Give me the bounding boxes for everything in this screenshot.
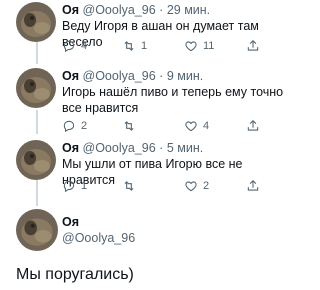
like-count: 11: [203, 40, 215, 52]
retweet-icon: [122, 39, 136, 53]
reply-button[interactable]: 4: [62, 38, 87, 54]
reply-button[interactable]: 1: [62, 178, 87, 194]
reply-count: 1: [81, 180, 88, 192]
retweet-button[interactable]: [122, 178, 141, 194]
tweet-actions: 1 2: [62, 178, 282, 194]
main-tweet-text: Мы поругались): [16, 266, 134, 283]
share-icon: [246, 119, 260, 133]
retweet-icon: [122, 179, 136, 193]
avatar[interactable]: [16, 68, 56, 108]
tweet-actions: 2 4: [62, 118, 282, 134]
tweet-text: Игорь нашёл пиво и теперь ему точно все …: [62, 85, 284, 115]
heart-icon: [184, 39, 198, 53]
author-handle[interactable]: @Ooolya_96: [83, 69, 156, 83]
tweet-item[interactable]: Оя @Ooolya_96 · 5 мин. Мы ушли от пива И…: [0, 138, 296, 198]
avatar-image: [16, 2, 56, 42]
avatar-image: [16, 68, 56, 108]
heart-icon: [184, 179, 198, 193]
author-handle[interactable]: @Ooolya_96: [83, 141, 156, 155]
reply-icon: [62, 119, 76, 133]
author-name[interactable]: Оя: [62, 141, 79, 155]
heart-icon: [184, 119, 198, 133]
author-name[interactable]: Оя: [62, 3, 79, 17]
tweet-header: Оя @Ooolya_96 · 29 мин.: [62, 2, 210, 18]
reply-button[interactable]: 2: [62, 118, 87, 134]
share-button[interactable]: [246, 178, 260, 194]
reply-count: 2: [81, 120, 88, 132]
tweet-time[interactable]: 29 мин.: [167, 3, 210, 17]
retweet-count: 1: [141, 40, 148, 52]
like-button[interactable]: 4: [184, 118, 209, 134]
tweet-item[interactable]: Оя @Ooolya_96 · 9 мин. Игорь нашёл пиво …: [0, 66, 296, 134]
author-handle[interactable]: @Ooolya_96: [62, 231, 135, 245]
separator-dot: ·: [159, 69, 164, 83]
reply-icon: [62, 179, 76, 193]
like-count: 4: [203, 120, 210, 132]
separator-dot: ·: [159, 3, 164, 17]
avatar[interactable]: [16, 2, 56, 42]
separator-dot: ·: [159, 141, 164, 155]
reply-icon: [62, 39, 76, 53]
like-button[interactable]: 2: [184, 178, 209, 194]
reply-count: 4: [81, 40, 88, 52]
retweet-icon: [122, 119, 136, 133]
tweet-actions: 4 1 11: [62, 38, 282, 54]
retweet-button[interactable]: [122, 118, 141, 134]
tweet-time[interactable]: 9 мин.: [167, 69, 203, 83]
tweet-header: Оя @Ooolya_96 · 5 мин.: [62, 140, 203, 156]
share-icon: [246, 39, 260, 53]
tweet-item[interactable]: Оя @Ooolya_96 · 29 мин. Веду Игоря в аша…: [0, 0, 296, 60]
like-button[interactable]: 11: [184, 38, 214, 54]
share-button[interactable]: [246, 38, 260, 54]
author-name[interactable]: Оя: [62, 69, 79, 83]
author-name[interactable]: Оя: [62, 215, 79, 229]
share-icon: [246, 179, 260, 193]
avatar-image: [16, 209, 58, 251]
avatar[interactable]: [16, 209, 58, 251]
retweet-button[interactable]: 1: [122, 38, 147, 54]
like-count: 2: [203, 180, 210, 192]
author-handle[interactable]: @Ooolya_96: [83, 3, 156, 17]
avatar[interactable]: [16, 140, 56, 180]
tweet-thread: Оя @Ooolya_96 · 29 мин. Веду Игоря в аша…: [0, 0, 296, 290]
share-button[interactable]: [246, 118, 260, 134]
tweet-header: Оя @Ooolya_96 · 9 мин.: [62, 68, 203, 84]
tweet-time[interactable]: 5 мин.: [167, 141, 203, 155]
avatar-image: [16, 140, 56, 180]
